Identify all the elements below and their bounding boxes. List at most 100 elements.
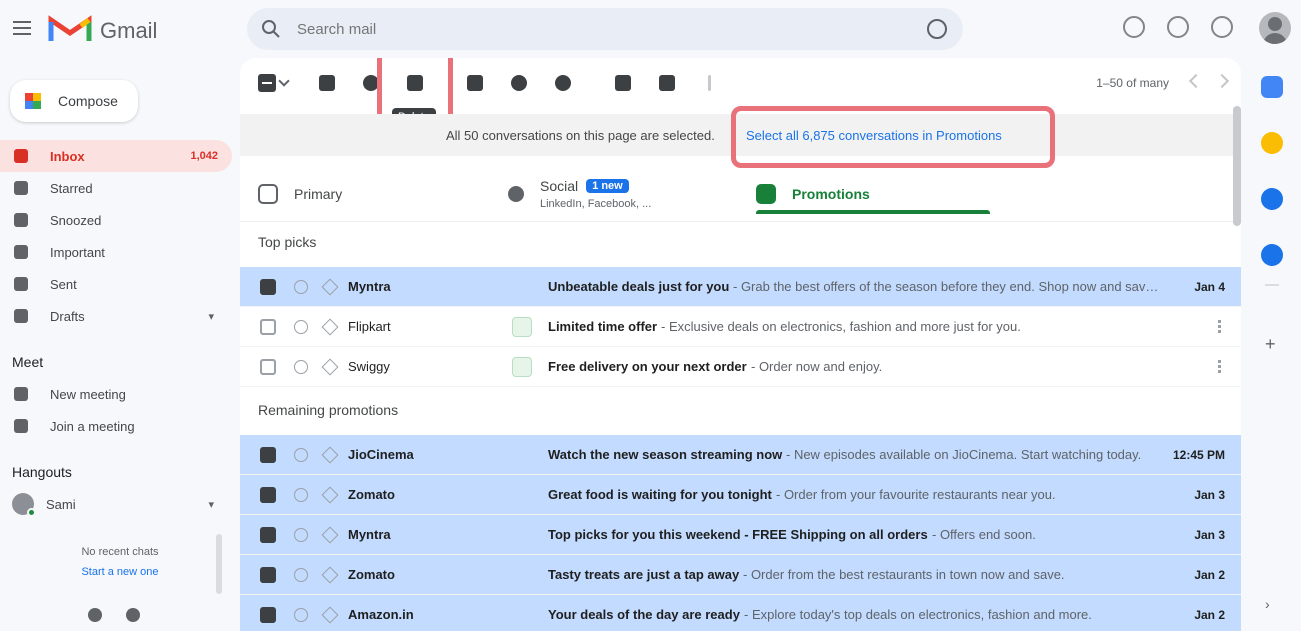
- tab-social-label: Social: [540, 178, 579, 194]
- more-vertical-icon[interactable]: [1218, 359, 1221, 374]
- row-subject: Watch the new season streaming now: [548, 447, 783, 462]
- add-to-tasks-button[interactable]: [552, 72, 574, 94]
- row-checkbox[interactable]: [260, 318, 276, 335]
- settings-gear-icon[interactable]: [1167, 16, 1189, 38]
- star-icon[interactable]: [294, 567, 308, 582]
- important-marker-icon[interactable]: [321, 486, 339, 503]
- select-options-chevron-icon[interactable]: [278, 75, 290, 87]
- sidebar-item-new-meeting[interactable]: New meeting: [0, 378, 232, 410]
- email-row[interactable]: Amazon.in Your deals of the day are ready…: [240, 595, 1241, 631]
- star-icon[interactable]: [294, 487, 308, 502]
- row-checkbox[interactable]: [260, 446, 276, 463]
- video-camera-icon: [14, 387, 28, 401]
- email-row[interactable]: Swiggy Free delivery on your next order -…: [240, 347, 1241, 387]
- email-row[interactable]: Myntra Unbeatable deals just for you - Gr…: [240, 267, 1241, 307]
- side-panel-rail: + ›: [1241, 58, 1301, 631]
- label-icon: [659, 75, 675, 91]
- tab-social[interactable]: Social 1 new LinkedIn, Facebook, ...: [508, 166, 718, 222]
- chevron-down-icon[interactable]: ▾: [208, 310, 214, 323]
- labels-button[interactable]: [656, 72, 678, 94]
- mail-panel: Delete 1–50 of many All 50 conversations…: [240, 58, 1241, 631]
- keep-icon[interactable]: [1261, 132, 1283, 154]
- selection-message: All 50 conversations on this page are se…: [446, 127, 715, 143]
- star-icon[interactable]: [294, 447, 308, 462]
- sidebar-item-drafts[interactable]: Drafts ▾: [0, 300, 232, 332]
- row-checkbox[interactable]: [260, 606, 276, 623]
- star-icon[interactable]: [294, 319, 308, 334]
- sidebar-item-label: Important: [50, 244, 105, 260]
- sidebar-item-important[interactable]: Important: [0, 236, 232, 268]
- move-to-button[interactable]: [612, 72, 634, 94]
- email-row[interactable]: Myntra Top picks for you this weekend - F…: [240, 515, 1241, 555]
- app-name: Gmail: [100, 18, 158, 43]
- search-bar[interactable]: [247, 8, 963, 50]
- row-checkbox[interactable]: [260, 486, 276, 503]
- mark-as-read-button[interactable]: [464, 72, 486, 94]
- chevron-down-icon[interactable]: ▾: [208, 498, 214, 511]
- tasks-icon[interactable]: [1261, 188, 1283, 210]
- row-snippet: - Order from your favourite restaurants …: [776, 487, 1056, 502]
- start-new-chat-link[interactable]: Start a new one: [0, 566, 240, 578]
- star-icon: [14, 181, 28, 195]
- email-row[interactable]: Zomato Tasty treats are just a tap away -…: [240, 555, 1241, 595]
- important-marker-icon[interactable]: [321, 566, 339, 583]
- account-avatar[interactable]: [1259, 12, 1291, 44]
- row-sender: Amazon.in: [348, 607, 414, 622]
- star-icon[interactable]: [294, 279, 308, 294]
- row-checkbox[interactable]: [260, 358, 276, 375]
- phone-icon[interactable]: [126, 608, 140, 622]
- important-marker-icon[interactable]: [321, 446, 339, 463]
- snooze-button[interactable]: [508, 72, 530, 94]
- clock-icon: [14, 213, 28, 227]
- tab-primary[interactable]: Primary: [258, 166, 498, 222]
- hangouts-user[interactable]: Sami ▾: [0, 488, 232, 520]
- sidebar-scrollbar[interactable]: [216, 534, 222, 594]
- row-subject: Unbeatable deals just for you: [548, 279, 730, 294]
- row-checkbox[interactable]: [260, 526, 276, 543]
- email-row[interactable]: Flipkart Limited time offer - Exclusive d…: [240, 307, 1241, 347]
- envelope-open-icon: [467, 75, 483, 91]
- sidebar-item-sent[interactable]: Sent: [0, 268, 232, 300]
- chevron-right-icon[interactable]: ›: [1265, 596, 1270, 612]
- sidebar-item-join-meeting[interactable]: Join a meeting: [0, 410, 232, 442]
- support-icon[interactable]: [1123, 16, 1145, 38]
- sidebar-item-label: Join a meeting: [50, 418, 135, 434]
- more-options-button[interactable]: [698, 72, 720, 94]
- mail-list-scrollbar[interactable]: [1233, 106, 1241, 226]
- contacts-icon[interactable]: [1261, 244, 1283, 266]
- sidebar-item-inbox[interactable]: Inbox 1,042: [0, 140, 232, 172]
- archive-button[interactable]: [316, 72, 338, 94]
- add-addon-icon[interactable]: +: [1265, 334, 1276, 355]
- email-row[interactable]: JioCinema Watch the new season streaming …: [240, 435, 1241, 475]
- search-options-icon[interactable]: [927, 19, 947, 39]
- sidebar-item-starred[interactable]: Starred: [0, 172, 232, 204]
- search-icon[interactable]: [261, 19, 281, 39]
- star-icon[interactable]: [294, 359, 308, 374]
- meet-heading: Meet: [0, 346, 232, 378]
- row-snippet: - Grab the best offers of the season bef…: [733, 279, 1160, 294]
- previous-page-icon[interactable]: [1188, 73, 1204, 89]
- important-marker-icon[interactable]: [321, 606, 339, 623]
- search-input[interactable]: [297, 19, 897, 39]
- compose-button[interactable]: Compose: [10, 80, 138, 122]
- apps-grid-icon[interactable]: [1211, 16, 1233, 38]
- select-all-checkbox[interactable]: [258, 74, 276, 92]
- important-marker-icon[interactable]: [321, 278, 339, 295]
- row-checkbox[interactable]: [260, 278, 276, 295]
- more-vertical-icon[interactable]: [1218, 319, 1221, 334]
- star-icon[interactable]: [294, 607, 308, 622]
- next-page-icon[interactable]: [1214, 73, 1230, 89]
- gmail-logo[interactable]: [48, 14, 92, 44]
- important-marker-icon[interactable]: [321, 358, 339, 375]
- email-row[interactable]: Zomato Great food is waiting for you toni…: [240, 475, 1241, 515]
- row-date: Jan 4: [1194, 279, 1225, 294]
- new-count-badge: 1 new: [586, 179, 629, 193]
- star-icon[interactable]: [294, 527, 308, 542]
- important-marker-icon[interactable]: [321, 318, 339, 335]
- main-menu-icon[interactable]: [10, 16, 34, 40]
- calendar-icon[interactable]: [1261, 76, 1283, 98]
- person-icon[interactable]: [88, 608, 102, 622]
- important-marker-icon[interactable]: [321, 526, 339, 543]
- row-checkbox[interactable]: [260, 566, 276, 583]
- sidebar-item-snoozed[interactable]: Snoozed: [0, 204, 232, 236]
